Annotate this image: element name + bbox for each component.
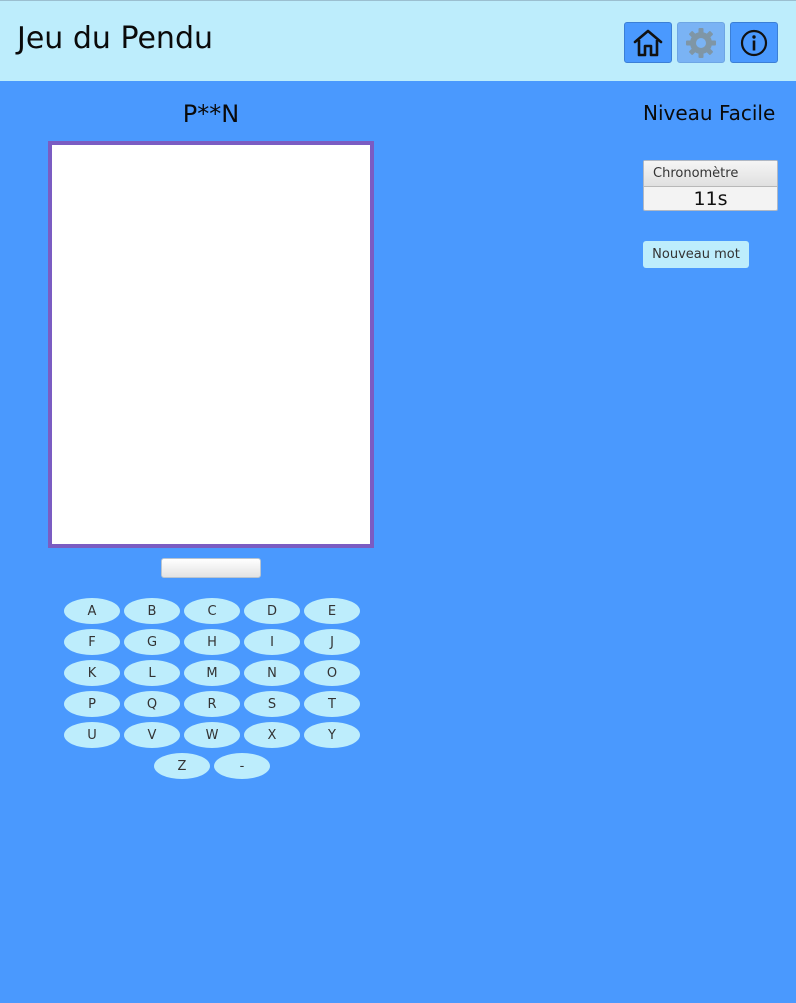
key-w[interactable]: W	[184, 722, 240, 748]
gear-icon	[686, 27, 716, 58]
new-word-button[interactable]: Nouveau mot	[643, 241, 749, 268]
settings-button[interactable]	[677, 22, 725, 63]
key-y[interactable]: Y	[304, 722, 360, 748]
key-d[interactable]: D	[244, 598, 300, 624]
key-u[interactable]: U	[64, 722, 120, 748]
key-k[interactable]: K	[64, 660, 120, 686]
home-icon	[633, 29, 663, 56]
key-x[interactable]: X	[244, 722, 300, 748]
key-a[interactable]: A	[64, 598, 120, 624]
timer-value: 11s	[693, 188, 728, 210]
home-button[interactable]	[624, 22, 672, 63]
app-title: Jeu du Pendu	[17, 21, 213, 56]
key-i[interactable]: I	[244, 629, 300, 655]
info-icon	[740, 29, 768, 56]
key-e[interactable]: E	[304, 598, 360, 624]
key-j[interactable]: J	[304, 629, 360, 655]
key-p[interactable]: P	[64, 691, 120, 717]
key-z[interactable]: Z	[154, 753, 210, 779]
key-g[interactable]: G	[124, 629, 180, 655]
key-v[interactable]: V	[124, 722, 180, 748]
key-hyphen[interactable]: -	[214, 753, 270, 779]
masked-word: P**N	[182, 100, 240, 128]
key-c[interactable]: C	[184, 598, 240, 624]
level-label: Niveau Facile	[643, 101, 776, 125]
timer-label: Chronomètre	[644, 161, 777, 187]
key-r[interactable]: R	[184, 691, 240, 717]
key-h[interactable]: H	[184, 629, 240, 655]
key-t[interactable]: T	[304, 691, 360, 717]
key-s[interactable]: S	[244, 691, 300, 717]
key-l[interactable]: L	[124, 660, 180, 686]
key-m[interactable]: M	[184, 660, 240, 686]
key-n[interactable]: N	[244, 660, 300, 686]
letter-input[interactable]	[161, 558, 261, 578]
hangman-drawing-area	[48, 141, 374, 548]
key-q[interactable]: Q	[124, 691, 180, 717]
key-f[interactable]: F	[64, 629, 120, 655]
key-o[interactable]: O	[304, 660, 360, 686]
app-header: Jeu du Pendu	[0, 0, 796, 81]
key-b[interactable]: B	[124, 598, 180, 624]
timer-panel: Chronomètre 11s	[643, 160, 778, 211]
info-button[interactable]	[730, 22, 778, 63]
